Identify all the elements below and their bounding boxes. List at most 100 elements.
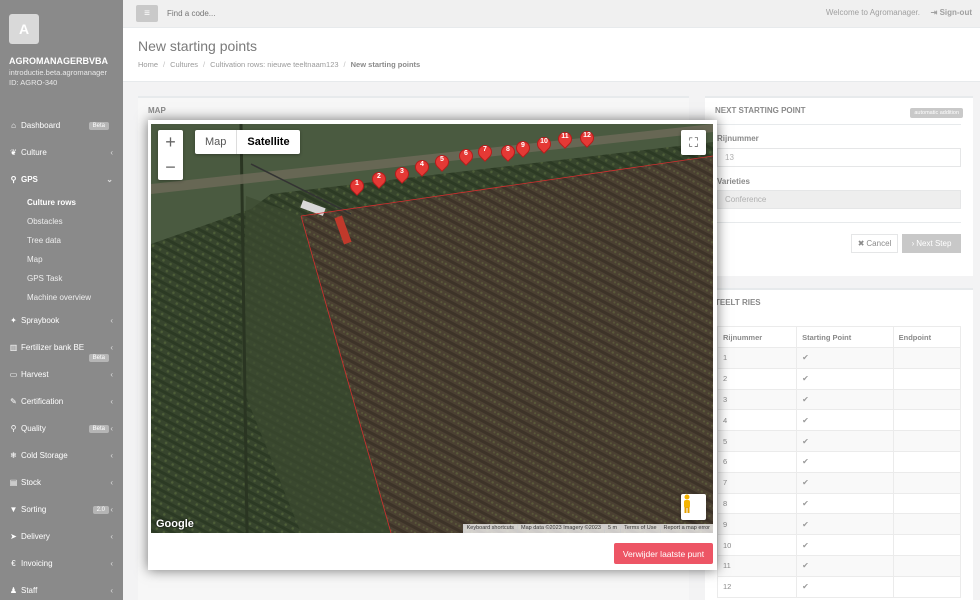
sidebar-item-certification[interactable]: ✎ Certification ‹ [0, 388, 123, 415]
satellite-map[interactable]: 1 2 3 4 5 6 7 8 9 10 11 12 + − Map Satel… [151, 124, 713, 533]
terms-link[interactable]: Terms of Use [620, 524, 659, 533]
starting-point-cell: ✔ [796, 513, 894, 536]
rows-table-title: TEELT RIES [715, 298, 761, 307]
sidebar-item-delivery[interactable]: ➤ Delivery ‹ [0, 523, 123, 550]
sidebar-item-label: Cold Storage [21, 451, 68, 460]
breadcrumb-cultivation-rows[interactable]: Cultivation rows: nieuwe teeltnaam123 [210, 60, 338, 69]
divider [717, 124, 961, 125]
chevron-left-icon: ‹ [110, 451, 113, 460]
cancel-button[interactable]: ✖ Cancel [851, 234, 898, 253]
rows-table: Rijnummer Starting Point Endpoint 1 ✔ 2 ✔ 3 ✔… [716, 326, 962, 598]
sidebar-item-label: Sorting [21, 505, 47, 514]
sidebar-item-spraybook[interactable]: ✦ Spraybook ‹ [0, 307, 123, 334]
sidebar-item-fertilizer[interactable]: ▥ Fertilizer bank BE Beta ‹ [0, 334, 123, 362]
table-row: 10 ✔ [716, 534, 962, 556]
sidebar-item-cold-storage[interactable]: ❄ Cold Storage ‹ [0, 442, 123, 469]
chevron-left-icon: ‹ [110, 343, 113, 352]
row-start-marker[interactable]: 8 [498, 142, 518, 163]
row-number-cell: 1 [716, 347, 798, 369]
check-icon: ✔ [802, 436, 809, 446]
map-attribution: Keyboard shortcuts Map data ©2023 Imager… [462, 524, 713, 533]
varieties-input[interactable] [717, 190, 961, 209]
map-type-satellite-button[interactable]: Satellite [236, 130, 299, 154]
next-step-button[interactable]: › Next Step [902, 234, 961, 253]
keyboard-shortcuts-link[interactable]: Keyboard shortcuts [462, 524, 517, 533]
row-start-marker[interactable]: 7 [475, 142, 495, 163]
sidebar-item-harvest[interactable]: ▭ Harvest ‹ [0, 361, 123, 388]
starting-point-cell: ✔ [796, 575, 894, 598]
table-row: 12 ✔ [716, 575, 962, 598]
sidebar-subitem-map[interactable]: Map [27, 250, 123, 269]
sidebar-subitem-obstacles[interactable]: Obstacles [27, 212, 123, 231]
avatar[interactable]: A [9, 14, 39, 44]
row-start-marker[interactable]: 5 [432, 152, 452, 173]
sidebar-item-sorting[interactable]: ▼ Sorting 2.0 ‹ [0, 496, 123, 523]
table-row: 3 ✔ [716, 388, 962, 411]
search-icon: ⚲ [10, 424, 17, 433]
pegman-icon [684, 494, 690, 513]
zoom-in-button[interactable]: + [158, 130, 183, 155]
sidebar-subitem-machine-overview[interactable]: Machine overview [27, 288, 123, 307]
row-start-marker[interactable]: 6 [456, 146, 476, 167]
breadcrumb-cultures[interactable]: Cultures [170, 60, 198, 69]
sidebar-subitem-gps-task[interactable]: GPS Task [27, 269, 123, 288]
check-icon: ✔ [802, 415, 809, 425]
search-input[interactable] [167, 9, 367, 18]
row-start-marker[interactable]: 10 [534, 134, 554, 155]
page-title: New starting points [138, 38, 258, 54]
starting-point-cell: ✔ [796, 492, 894, 515]
breadcrumb-home[interactable]: Home [138, 60, 158, 69]
starting-point-cell: ✔ [796, 388, 894, 411]
chevron-left-icon: ‹ [110, 316, 113, 325]
sidebar-item-invoicing[interactable]: € Invoicing ‹ [0, 550, 123, 577]
check-icon: ✔ [802, 374, 809, 384]
sidebar-item-dashboard[interactable]: ⌂ Dashboard Beta [0, 112, 123, 139]
starting-point-cell: ✔ [796, 554, 894, 577]
scale-bar[interactable]: 5 m [603, 524, 620, 533]
hamburger-icon: ≡ [144, 8, 150, 19]
sidebar-item-gps[interactable]: ⚲ GPS ⌄ [0, 166, 123, 193]
sidebar-item-stock[interactable]: ▤ Stock ‹ [0, 469, 123, 496]
sidebar-item-quality[interactable]: ⚲ Quality Beta ‹ [0, 415, 123, 442]
sidebar-subitem-culture-rows[interactable]: Culture rows [27, 193, 123, 212]
gps-submenu: Culture rows Obstacles Tree data Map GPS… [0, 193, 123, 307]
endpoint-cell [892, 450, 962, 473]
row-start-marker[interactable]: 2 [369, 169, 389, 190]
row-start-marker[interactable]: 3 [392, 164, 412, 185]
map-type-map-button[interactable]: Map [195, 130, 236, 154]
signout-link[interactable]: ⇥ Sign-out [931, 8, 972, 17]
sidebar-item-staff[interactable]: ♟ Staff ‹ [0, 577, 123, 600]
chevron-down-icon: ⌄ [106, 175, 113, 184]
row-number-cell: 2 [716, 367, 798, 390]
rows-table-panel: TEELT RIES Rijnummer Starting Point Endp… [705, 288, 973, 600]
automatic-addition-badge[interactable]: automatic addition [910, 108, 963, 118]
row-number-cell: 12 [716, 575, 798, 598]
row-start-marker[interactable]: 12 [577, 128, 597, 149]
breadcrumb-separator: / [343, 60, 346, 69]
endpoint-cell [892, 347, 962, 369]
row-start-marker[interactable]: 9 [513, 138, 533, 159]
marker-label: 3 [400, 168, 404, 175]
menu-toggle-button[interactable]: ≡ [136, 5, 158, 22]
row-start-marker[interactable]: 11 [555, 129, 575, 150]
sidebar-subitem-tree-data[interactable]: Tree data [27, 231, 123, 250]
signout-icon: ⇥ [930, 8, 940, 17]
column-header: Starting Point [796, 326, 894, 348]
fullscreen-button[interactable]: ⛶ [681, 130, 706, 155]
marker-label: 5 [440, 156, 444, 163]
remove-last-point-button[interactable]: Verwijder laatste punt [614, 543, 713, 564]
starting-point-cell: ✔ [796, 534, 894, 556]
row-start-marker[interactable]: 4 [412, 157, 432, 178]
zoom-out-button[interactable]: − [158, 155, 183, 180]
sidebar-item-culture[interactable]: ❦ Culture ‹ [0, 139, 123, 166]
chevron-left-icon: ‹ [110, 397, 113, 406]
row-start-marker[interactable]: 1 [347, 176, 367, 197]
map-modal: 1 2 3 4 5 6 7 8 9 10 11 12 + − Map Satel… [148, 120, 717, 570]
row-number-label: Rijnummer [717, 134, 759, 143]
street-view-button[interactable] [681, 494, 706, 520]
certificate-icon: ✎ [10, 397, 17, 406]
row-number-input[interactable] [717, 148, 961, 167]
next-starting-point-title: NEXT STARTING POINT [715, 106, 806, 115]
filter-icon: ▼ [9, 505, 18, 514]
report-error-link[interactable]: Report a map error [659, 524, 713, 533]
